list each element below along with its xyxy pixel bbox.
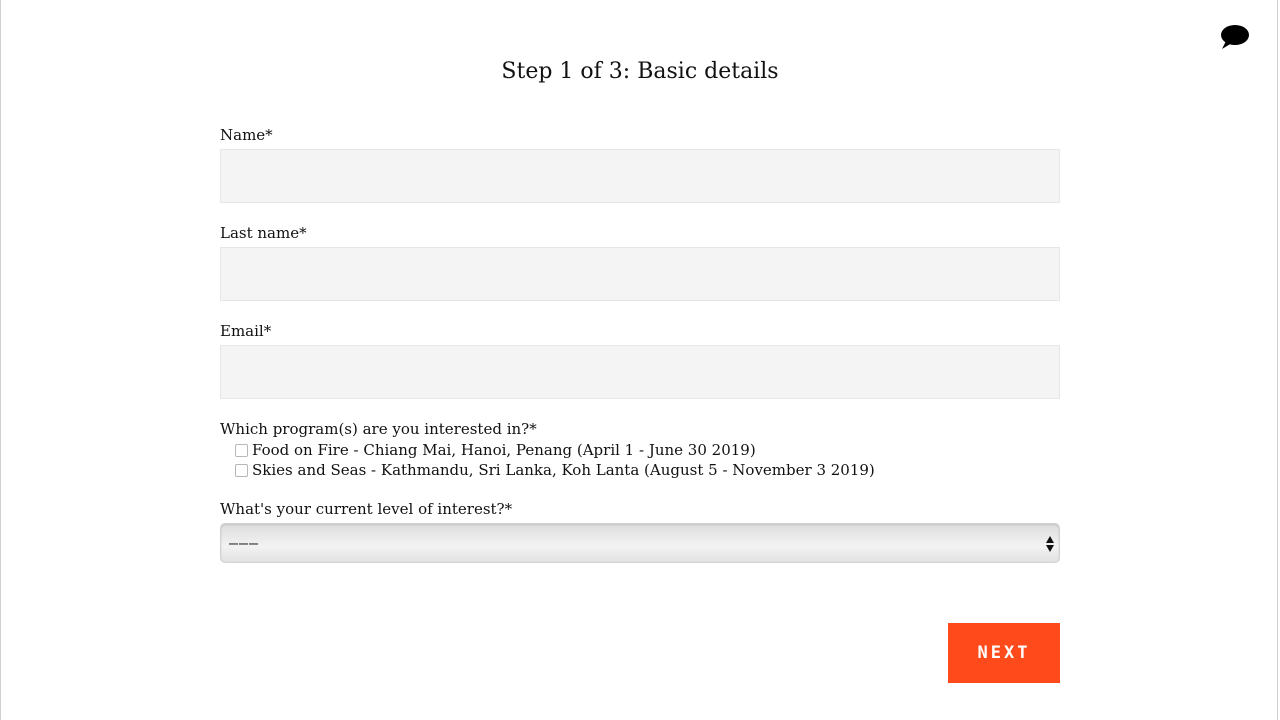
name-label: Name* <box>220 126 273 144</box>
interest-level-label: What's your current level of interest?* <box>220 500 513 518</box>
program-checkbox-skies-and-seas[interactable] <box>235 463 248 477</box>
next-button[interactable]: NEXT <box>948 623 1060 683</box>
page-title: Step 1 of 3: Basic details <box>501 59 779 84</box>
name-input[interactable] <box>220 149 1060 203</box>
last-name-input[interactable] <box>220 247 1060 301</box>
program-option-food-on-fire[interactable]: Food on Fire - Chiang Mai, Hanoi, Penang… <box>235 440 756 460</box>
email-input[interactable] <box>220 345 1060 399</box>
chat-bubble-icon <box>1218 22 1252 52</box>
interest-level-select[interactable]: ——— <box>220 523 1060 563</box>
chat-button[interactable] <box>1218 22 1252 52</box>
last-name-label: Last name* <box>220 224 307 242</box>
program-checkbox-food-on-fire[interactable] <box>235 443 248 457</box>
email-label: Email* <box>220 322 272 340</box>
program-option-label: Food on Fire - Chiang Mai, Hanoi, Penang… <box>252 441 756 459</box>
select-arrows-icon <box>1045 534 1055 554</box>
program-option-skies-and-seas[interactable]: Skies and Seas - Kathmandu, Sri Lanka, K… <box>235 460 875 480</box>
programs-label: Which program(s) are you interested in?* <box>220 420 537 438</box>
interest-level-selected-value: ——— <box>229 534 260 552</box>
program-option-label: Skies and Seas - Kathmandu, Sri Lanka, K… <box>252 461 875 479</box>
